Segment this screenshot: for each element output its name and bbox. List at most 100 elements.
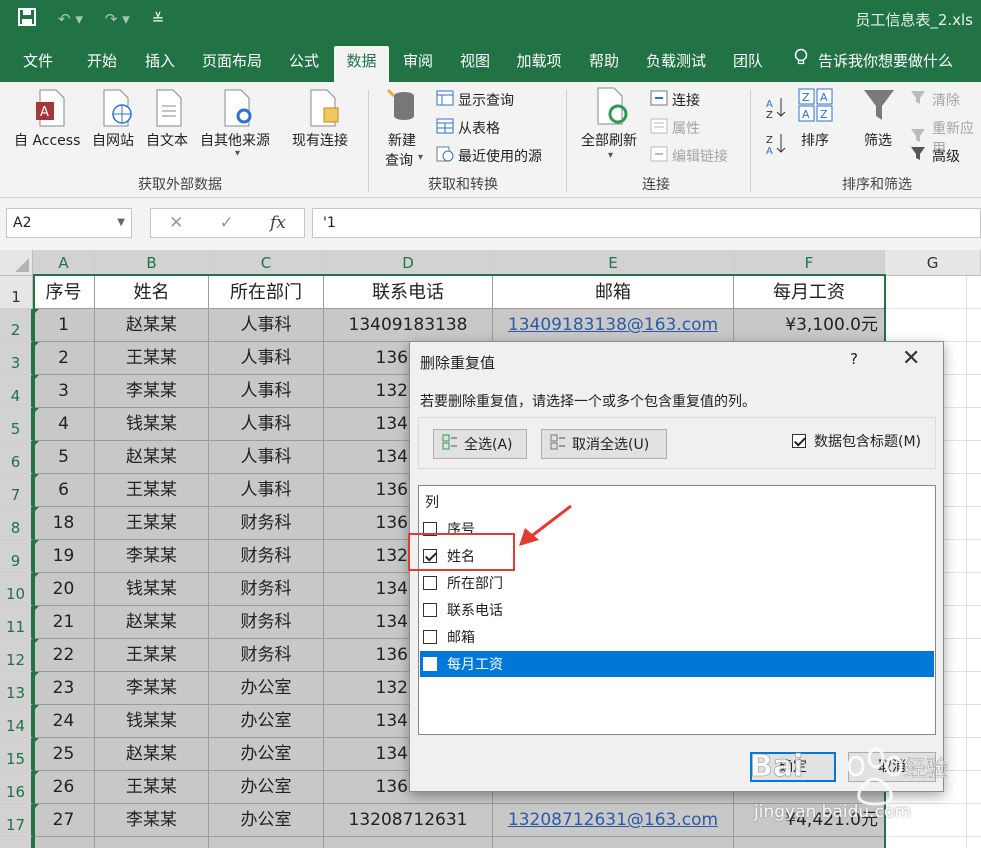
edit-links-button[interactable]: 编辑链接 xyxy=(650,146,728,166)
column-header-C[interactable]: C xyxy=(209,250,324,276)
cell-department[interactable]: 办公室 xyxy=(209,771,324,804)
row-header-3[interactable]: 3 xyxy=(0,342,33,375)
insert-function-icon[interactable]: fx xyxy=(270,213,286,233)
checkbox[interactable] xyxy=(423,576,437,590)
row-header[interactable] xyxy=(0,837,33,848)
column-header-B[interactable]: B xyxy=(95,250,209,276)
cell-name[interactable]: 姓名 xyxy=(95,276,209,309)
cell-index[interactable]: 26 xyxy=(33,771,95,804)
row-header-1[interactable]: 1 xyxy=(0,276,33,309)
tab-load-test[interactable]: 负载测试 xyxy=(636,46,716,82)
cell-department[interactable]: 财务科 xyxy=(209,540,324,573)
sort-ascending-icon[interactable]: AZ xyxy=(766,96,786,124)
cell-department[interactable]: 办公室 xyxy=(209,672,324,705)
row-header-6[interactable]: 6 xyxy=(0,441,33,474)
from-text-button[interactable]: 自文本 xyxy=(146,130,188,150)
cell-phone[interactable] xyxy=(324,837,493,848)
row-header-4[interactable]: 4 xyxy=(0,375,33,408)
cell-name[interactable]: 赵某某 xyxy=(95,738,209,771)
name-box[interactable]: A2 ▼ xyxy=(6,208,132,238)
recent-sources-button[interactable]: 最近使用的源 xyxy=(436,146,542,166)
cell-department[interactable]: 办公室 xyxy=(209,738,324,771)
cell-department[interactable]: 财务科 xyxy=(209,606,324,639)
show-queries-button[interactable]: 显示查询 xyxy=(436,90,514,110)
existing-connections-button[interactable]: 现有连接 xyxy=(292,130,348,150)
cell-index[interactable]: 22 xyxy=(33,639,95,672)
cell-index[interactable]: 23 xyxy=(33,672,95,705)
column-header-A[interactable]: A xyxy=(33,250,95,276)
column-option[interactable]: 所在部门 xyxy=(420,570,934,596)
cell-department[interactable]: 人事科 xyxy=(209,375,324,408)
chevron-down-icon[interactable]: ▼ xyxy=(117,209,125,237)
checkbox[interactable] xyxy=(423,657,437,671)
cell-department[interactable]: 财务科 xyxy=(209,639,324,672)
cell-index[interactable]: 21 xyxy=(33,606,95,639)
cell-name[interactable]: 钱某某 xyxy=(95,408,209,441)
cell-salary[interactable]: ¥3,100.0元 xyxy=(734,309,885,342)
cell-name[interactable]: 钱某某 xyxy=(95,705,209,738)
undo-icon[interactable]: ↶ ▾ xyxy=(58,10,83,28)
cell-department[interactable]: 人事科 xyxy=(209,342,324,375)
cell-index[interactable]: 2 xyxy=(33,342,95,375)
tab-review[interactable]: 审阅 xyxy=(390,46,446,82)
column-header-F[interactable]: F xyxy=(734,250,885,276)
row-header-9[interactable]: 9 xyxy=(0,540,33,573)
enter-icon[interactable]: ✓ xyxy=(220,213,234,233)
cell-phone[interactable]: 联系电话 xyxy=(324,276,493,309)
cell-name[interactable]: 李某某 xyxy=(95,804,209,837)
row-header-14[interactable]: 14 xyxy=(0,705,33,738)
formula-input[interactable]: '1 xyxy=(312,208,981,238)
checkbox[interactable] xyxy=(792,434,806,448)
select-all-corner[interactable] xyxy=(0,250,33,276)
row-header-5[interactable]: 5 xyxy=(0,408,33,441)
cell-name[interactable] xyxy=(95,837,209,848)
properties-button[interactable]: 属性 xyxy=(650,118,700,138)
from-access-button[interactable]: 自 Access xyxy=(14,130,80,150)
cell-email[interactable] xyxy=(493,837,734,848)
column-option[interactable]: 邮箱 xyxy=(420,624,934,650)
cell-department[interactable] xyxy=(209,837,324,848)
cell-department[interactable]: 办公室 xyxy=(209,705,324,738)
tab-addins[interactable]: 加载项 xyxy=(506,46,572,82)
row-header-13[interactable]: 13 xyxy=(0,672,33,705)
from-other-sources-button[interactable]: 自其他来源 xyxy=(200,130,270,150)
help-button[interactable]: ? xyxy=(850,350,858,368)
cell-index[interactable]: 3 xyxy=(33,375,95,408)
cell-index[interactable]: 1 xyxy=(33,309,95,342)
tell-me-box[interactable]: 告诉我你想要做什么 xyxy=(794,46,953,76)
column-header-G[interactable]: G xyxy=(885,250,981,276)
column-option[interactable]: 联系电话 xyxy=(420,597,934,623)
cell-name[interactable]: 钱某某 xyxy=(95,573,209,606)
filter-button[interactable]: 筛选 xyxy=(864,130,892,150)
row-header-15[interactable]: 15 xyxy=(0,738,33,771)
customize-qat-icon[interactable]: ≚ xyxy=(152,10,165,28)
cell-email[interactable]: 邮箱 xyxy=(493,276,734,309)
row-header-16[interactable]: 16 xyxy=(0,771,33,804)
cell-index[interactable]: 25 xyxy=(33,738,95,771)
cell-name[interactable]: 王某某 xyxy=(95,507,209,540)
checkbox[interactable] xyxy=(423,603,437,617)
cell-index[interactable]: 序号 xyxy=(33,276,95,309)
clear-filter-button[interactable]: 清除 xyxy=(910,90,960,110)
cell-department[interactable]: 办公室 xyxy=(209,804,324,837)
tab-home[interactable]: 开始 xyxy=(74,46,130,82)
cell-department[interactable]: 人事科 xyxy=(209,441,324,474)
column-option[interactable]: 每月工资 xyxy=(420,651,934,677)
new-query-label-1[interactable]: 新建 xyxy=(388,130,416,150)
sort-descending-icon[interactable]: ZA xyxy=(766,132,786,160)
checkbox[interactable] xyxy=(423,630,437,644)
tab-data[interactable]: 数据 xyxy=(334,46,389,82)
cell-name[interactable]: 王某某 xyxy=(95,771,209,804)
unselect-all-button[interactable]: 取消全选(U) xyxy=(541,429,667,459)
row-header-12[interactable]: 12 xyxy=(0,639,33,672)
redo-icon[interactable]: ↷ ▾ xyxy=(105,10,130,28)
column-header-D[interactable]: D xyxy=(324,250,493,276)
cell-index[interactable] xyxy=(33,837,95,848)
cell-index[interactable]: 24 xyxy=(33,705,95,738)
cell-index[interactable]: 4 xyxy=(33,408,95,441)
tab-page-layout[interactable]: 页面布局 xyxy=(192,46,272,82)
row-header-8[interactable]: 8 xyxy=(0,507,33,540)
row-header-2[interactable]: 2 xyxy=(0,309,33,342)
select-all-button[interactable]: 全选(A) xyxy=(433,429,527,459)
cell-department[interactable]: 人事科 xyxy=(209,474,324,507)
